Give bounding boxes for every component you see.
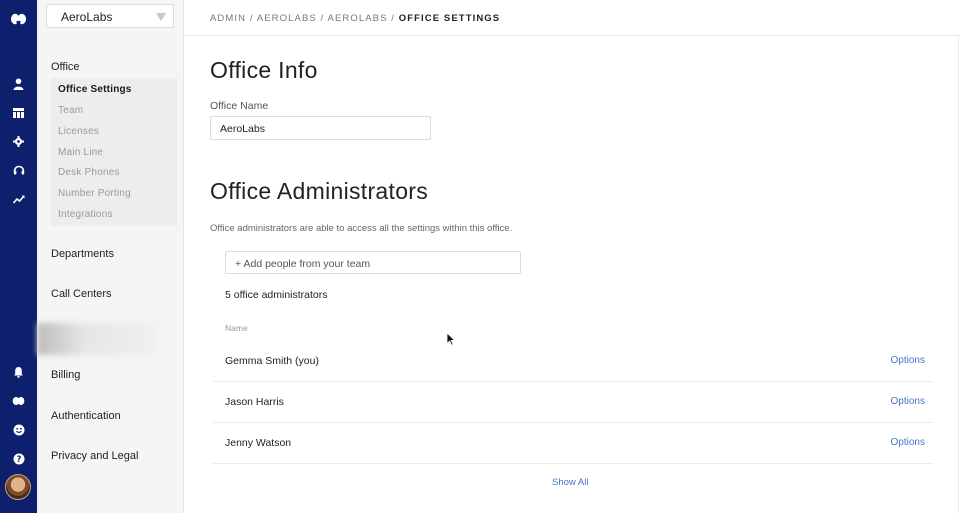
show-all-link[interactable]: Show All bbox=[552, 477, 588, 488]
office-name-field[interactable]: AeroLabs bbox=[210, 116, 431, 140]
admin-count: 5 office administrators bbox=[225, 289, 328, 301]
divider bbox=[958, 36, 959, 513]
smiley-icon[interactable] bbox=[10, 421, 27, 438]
options-link[interactable]: Options bbox=[891, 355, 925, 366]
headset-icon[interactable] bbox=[10, 161, 27, 178]
nav-call-centers[interactable]: Call Centers bbox=[51, 288, 112, 300]
breadcrumb-path[interactable]: ADMIN / AEROLABS / AEROLABS / bbox=[210, 13, 399, 24]
sidebar-item-office-settings[interactable]: Office Settings bbox=[58, 84, 132, 95]
breadcrumb: ADMIN / AEROLABS / AEROLABS / OFFICE SET… bbox=[210, 13, 500, 24]
avatar[interactable] bbox=[5, 474, 31, 500]
logo-icon[interactable] bbox=[10, 10, 27, 27]
svg-text:?: ? bbox=[16, 455, 21, 465]
office-admins-title: Office Administrators bbox=[210, 178, 429, 204]
office-admins-description: Office administrators are able to access… bbox=[210, 223, 513, 234]
nav-privacy-legal[interactable]: Privacy and Legal bbox=[51, 450, 138, 462]
add-people-placeholder: + Add people from your team bbox=[235, 258, 371, 270]
office-name-label: Office Name bbox=[210, 100, 269, 112]
table-row: Jenny Watson Options bbox=[213, 423, 933, 464]
help-icon[interactable]: ? bbox=[10, 450, 27, 467]
table-row: Jason Harris Options bbox=[213, 382, 933, 423]
nav-departments[interactable]: Departments bbox=[51, 248, 114, 260]
sidebar-item-number-porting[interactable]: Number Porting bbox=[58, 188, 131, 199]
sidebar-item-team[interactable]: Team bbox=[58, 105, 83, 116]
blurred-nav-item bbox=[37, 323, 157, 355]
nav-office-heading[interactable]: Office bbox=[51, 61, 80, 73]
office-selector-value: AeroLabs bbox=[61, 10, 113, 24]
admin-name: Jason Harris bbox=[225, 396, 284, 408]
table-row: Gemma Smith (you) Options bbox=[213, 341, 933, 382]
chevron-down-icon bbox=[156, 13, 166, 21]
options-link[interactable]: Options bbox=[891, 396, 925, 407]
sidebar-item-licenses[interactable]: Licenses bbox=[58, 126, 99, 137]
gear-icon[interactable] bbox=[10, 133, 27, 150]
nav-billing[interactable]: Billing bbox=[51, 369, 80, 381]
office-info-title: Office Info bbox=[210, 57, 318, 83]
settings-sidebar: AeroLabs Office Office Settings Team Lic… bbox=[37, 0, 184, 513]
logo-small-icon[interactable] bbox=[10, 392, 27, 409]
bell-icon[interactable] bbox=[10, 363, 27, 380]
sidebar-item-desk-phones[interactable]: Desk Phones bbox=[58, 167, 120, 178]
main-content: ADMIN / AEROLABS / AEROLABS / OFFICE SET… bbox=[184, 0, 960, 513]
admin-name: Gemma Smith (you) bbox=[225, 355, 319, 367]
breadcrumb-current: OFFICE SETTINGS bbox=[398, 13, 501, 24]
office-submenu: Office Settings Team Licenses Main Line … bbox=[51, 78, 177, 226]
person-icon[interactable] bbox=[10, 75, 27, 92]
top-bar: ADMIN / AEROLABS / AEROLABS / OFFICE SET… bbox=[184, 0, 960, 36]
mouse-cursor-icon bbox=[446, 332, 456, 351]
trend-icon[interactable] bbox=[10, 190, 27, 207]
add-people-input[interactable]: + Add people from your team bbox=[225, 251, 521, 274]
column-header-name: Name bbox=[225, 323, 248, 333]
options-link[interactable]: Options bbox=[891, 437, 925, 448]
icon-rail: ? bbox=[0, 0, 37, 513]
office-name-value: AeroLabs bbox=[220, 123, 265, 135]
sidebar-item-main-line[interactable]: Main Line bbox=[58, 147, 103, 158]
office-selector[interactable]: AeroLabs bbox=[46, 4, 174, 28]
admin-name: Jenny Watson bbox=[225, 437, 292, 449]
nav-authentication[interactable]: Authentication bbox=[51, 410, 121, 422]
sidebar-item-integrations[interactable]: Integrations bbox=[58, 209, 113, 220]
team-icon[interactable] bbox=[10, 104, 27, 121]
